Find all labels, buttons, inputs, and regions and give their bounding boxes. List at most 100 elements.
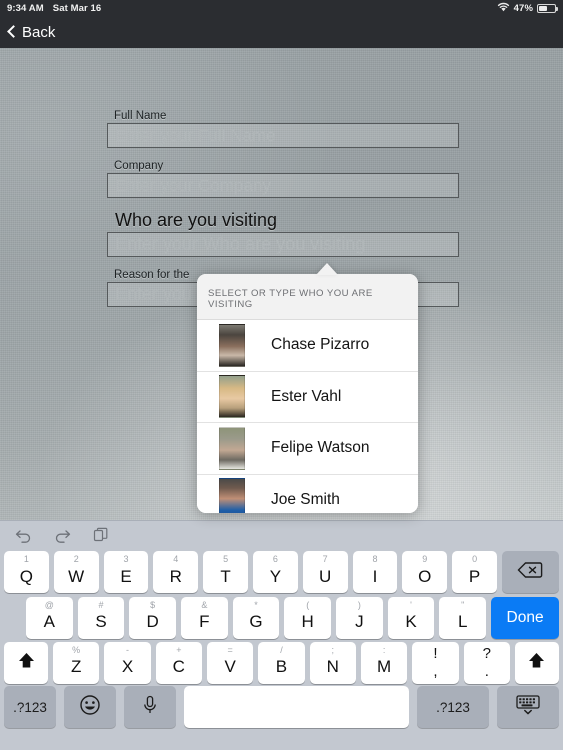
key-alt: 8 (372, 554, 378, 564)
key-label: A (43, 612, 55, 631)
key-alt: 5 (223, 554, 229, 564)
paste-icon[interactable] (92, 526, 110, 544)
status-bar: 9:34 AM Sat Mar 16 47% (0, 0, 563, 16)
key-label: X (121, 657, 134, 676)
key-done[interactable]: Done (491, 596, 560, 639)
key-k[interactable]: ' K (387, 596, 435, 639)
key-x[interactable]: -X (104, 641, 151, 684)
key-v[interactable]: = V (206, 641, 254, 684)
key-label: Z (70, 657, 82, 676)
keyboard-row-4: .?123 .?123 (0, 685, 563, 729)
key-label: I (372, 566, 378, 586)
avatar-joe-smith (219, 478, 245, 513)
key-o[interactable]: 9O (402, 551, 448, 593)
key-alt: 9 (422, 554, 428, 564)
key-z[interactable]: % Z (53, 641, 100, 684)
battery-icon (537, 3, 558, 13)
key-space[interactable] (184, 686, 409, 728)
key-q[interactable]: 1Q (4, 551, 49, 593)
key-g[interactable]: * G (232, 596, 280, 639)
key-i[interactable]: 8I (352, 551, 398, 593)
key-alt: 3 (123, 554, 129, 564)
key-m[interactable]: :M (360, 641, 408, 684)
key-c[interactable]: + C (155, 641, 202, 684)
key-exclam-comma[interactable]: ! , (412, 641, 459, 684)
key-backspace[interactable] (501, 551, 559, 593)
person-name: Chase Pizarro (271, 336, 370, 354)
key-label-bottom: . (484, 663, 489, 680)
input-full-name[interactable]: Enter your Full Name (107, 123, 459, 148)
key-label: S (95, 612, 107, 631)
key-alt: = (227, 644, 233, 655)
key-f[interactable]: & F (181, 596, 228, 639)
avatar-felipe-watson (219, 426, 245, 470)
battery-percent: 47% (513, 2, 533, 14)
key-label: H (301, 612, 314, 631)
person-name: Felipe Watson (271, 439, 370, 457)
key-emoji[interactable] (64, 686, 116, 728)
key-t[interactable]: 5T (203, 551, 248, 593)
keyboard-row-1: 1Q 2W 3E 4R 5T 6Y 7U 8I 9O 0P (0, 549, 563, 595)
key-dictation[interactable] (124, 686, 176, 728)
key-alt: 2 (73, 554, 79, 564)
key-r[interactable]: 4R (153, 551, 199, 593)
list-item[interactable]: Joe Smith (197, 473, 418, 513)
wifi-icon (497, 2, 510, 15)
key-alt: @ (44, 599, 54, 610)
key-shift-right[interactable] (514, 641, 559, 684)
key-h[interactable]: (H (284, 596, 332, 639)
back-button[interactable]: Back (0, 24, 55, 41)
key-alt: ) (357, 599, 361, 610)
input-who-visiting[interactable]: Enter your Who are you visiting (107, 232, 459, 257)
key-hide-keyboard[interactable] (497, 686, 559, 728)
key-d[interactable]: $ D (129, 596, 177, 639)
key-numbers-left[interactable]: .?123 (4, 686, 56, 728)
undo-icon[interactable] (14, 526, 32, 544)
shift-icon (527, 651, 546, 675)
key-label: B (275, 657, 288, 676)
key-n[interactable]: ; N (309, 641, 356, 684)
microphone-icon (142, 695, 158, 720)
key-e[interactable]: 3E (103, 551, 149, 593)
key-l[interactable]: " L (439, 596, 487, 639)
key-alt: ( (306, 599, 310, 610)
key-j[interactable]: ) J (336, 596, 383, 639)
key-label: .?123 (13, 699, 47, 715)
key-p[interactable]: 0P (452, 551, 497, 593)
list-item[interactable]: Chase Pizarro (197, 319, 418, 371)
list-item[interactable]: Ester Vahl (197, 370, 418, 423)
person-name: Ester Vahl (271, 387, 342, 405)
list-item[interactable]: Felipe Watson (197, 422, 418, 474)
key-label: C (172, 657, 185, 676)
key-a[interactable]: @ A (26, 596, 73, 639)
field-label-full-name: Full Name (114, 110, 167, 122)
field-label-company: Company (114, 160, 164, 172)
key-label: Done (506, 608, 544, 626)
hide-keyboard-icon (515, 694, 541, 721)
redo-icon[interactable] (53, 526, 71, 544)
key-question-period[interactable]: ? . (463, 641, 510, 684)
key-w[interactable]: 2W (53, 551, 99, 593)
key-shift-left[interactable] (4, 641, 48, 684)
key-alt: ' (410, 599, 412, 610)
field-who-visiting: Who are you visiting Enter your Who are … (107, 210, 459, 257)
keyboard-row-3: % Z -X + C = V / B ; N :M ! , ? . (0, 640, 563, 685)
key-numbers-right[interactable]: .?123 (417, 686, 489, 728)
key-u[interactable]: 7U (302, 551, 348, 593)
key-label: P (468, 566, 481, 586)
key-label: G (249, 612, 263, 631)
key-y[interactable]: 6Y (252, 551, 298, 593)
key-b[interactable]: / B (258, 641, 305, 684)
key-label: K (405, 612, 417, 631)
avatar-ester-vahl (219, 375, 245, 419)
key-s[interactable]: # S (77, 596, 125, 639)
input-company[interactable]: Enter your Company (107, 173, 459, 198)
key-alt: 6 (272, 554, 278, 564)
field-company: Company Enter your Company (107, 160, 459, 198)
key-alt: 7 (322, 554, 328, 564)
key-label-bottom: , (433, 663, 438, 680)
key-label: U (319, 566, 332, 586)
popover-arrow (316, 263, 338, 275)
status-right-group: 47% (497, 2, 558, 15)
people-list: Chase Pizarro Ester Vahl Felipe Watson J… (197, 319, 418, 513)
